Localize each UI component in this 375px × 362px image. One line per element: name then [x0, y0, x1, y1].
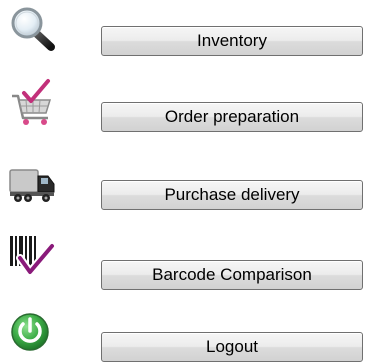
- menu-row-logout: Logout: [0, 302, 375, 362]
- menu-row-inventory: Inventory: [0, 4, 375, 64]
- barcode-check-icon[interactable]: [6, 232, 58, 284]
- barcode-comparison-button[interactable]: Barcode Comparison: [101, 260, 363, 290]
- menu-row-purchase-delivery: Purchase delivery: [0, 152, 375, 212]
- delivery-truck-icon[interactable]: [6, 160, 58, 212]
- purchase-delivery-button[interactable]: Purchase delivery: [101, 180, 363, 210]
- power-icon[interactable]: [6, 308, 58, 360]
- inventory-button[interactable]: Inventory: [101, 26, 363, 56]
- logout-button[interactable]: Logout: [101, 332, 363, 362]
- main-menu: Inventory Order preparation Purchase del…: [0, 0, 375, 362]
- menu-row-barcode-comparison: Barcode Comparison: [0, 230, 375, 290]
- shopping-cart-check-icon[interactable]: [6, 78, 58, 130]
- menu-row-order-preparation: Order preparation: [0, 78, 375, 138]
- magnifier-icon[interactable]: [6, 4, 58, 56]
- order-preparation-button[interactable]: Order preparation: [101, 102, 363, 132]
